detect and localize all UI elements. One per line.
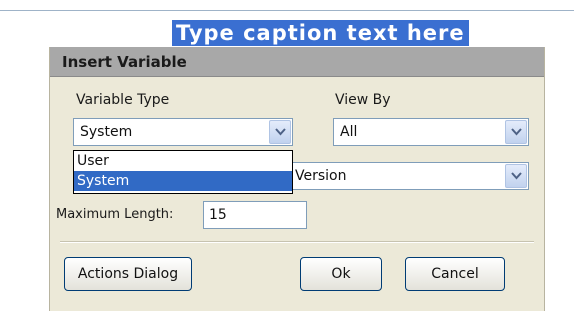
chevron-down-icon[interactable] bbox=[505, 164, 527, 188]
cancel-button[interactable]: Cancel bbox=[405, 257, 505, 291]
max-length-input[interactable]: 15 bbox=[203, 201, 307, 229]
chevron-down-icon[interactable] bbox=[269, 120, 291, 144]
variable-type-dropdown-list: User System bbox=[73, 150, 293, 194]
dropdown-option-system[interactable]: System bbox=[74, 171, 292, 191]
view-by-value: All bbox=[340, 124, 358, 140]
chevron-down-icon[interactable] bbox=[505, 120, 527, 144]
button-separator bbox=[60, 241, 534, 243]
variable-type-label: Variable Type bbox=[76, 92, 170, 108]
view-by-label: View By bbox=[335, 92, 391, 108]
max-length-label: Maximum Length: bbox=[56, 207, 174, 222]
dialog-title: Insert Variable bbox=[50, 47, 544, 77]
actions-dialog-button[interactable]: Actions Dialog bbox=[64, 257, 192, 291]
ok-button[interactable]: Ok bbox=[300, 257, 382, 291]
insert-variable-dialog: Insert Variable Variable Type System Vie… bbox=[49, 47, 545, 311]
caption-text[interactable]: Type caption text here bbox=[172, 20, 469, 46]
dropdown-option-user[interactable]: User bbox=[74, 151, 292, 171]
top-divider bbox=[0, 10, 574, 11]
variable-type-select[interactable]: System bbox=[73, 118, 293, 146]
view-by-select[interactable]: All bbox=[333, 118, 529, 146]
variable-value: Version bbox=[295, 168, 347, 184]
variable-type-value: System bbox=[80, 124, 133, 140]
